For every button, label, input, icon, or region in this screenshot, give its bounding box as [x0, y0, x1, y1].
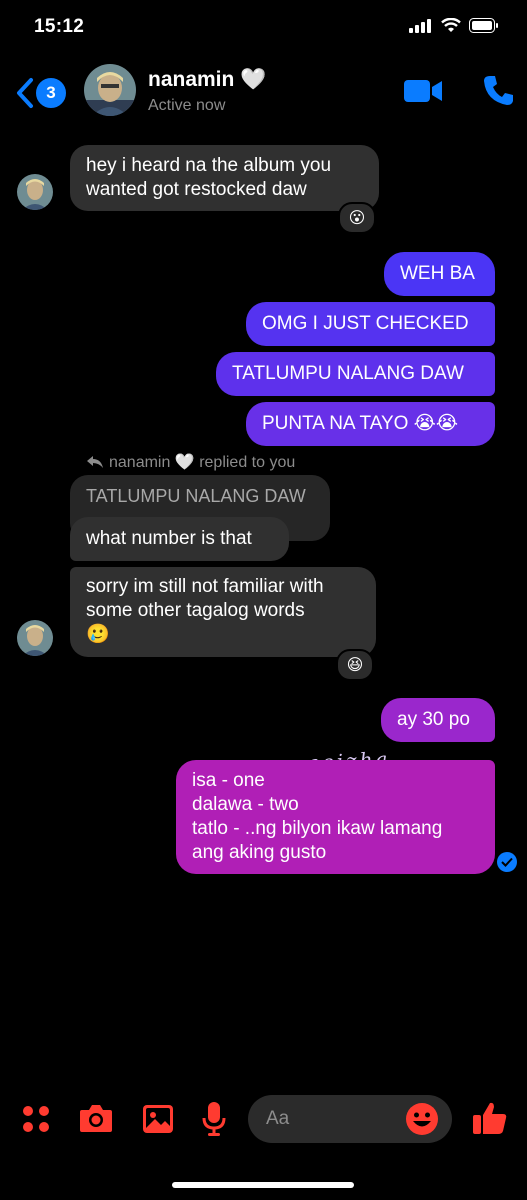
sender-avatar[interactable]	[17, 174, 53, 210]
message-bubble-incoming[interactable]: what number is that	[70, 517, 289, 561]
avatar[interactable]	[84, 64, 136, 116]
message-line: some other tagalog words	[86, 600, 305, 621]
back-chevron-icon	[17, 78, 33, 108]
reply-indicator: nanamin 🤍 replied to you	[86, 452, 295, 472]
reaction-badge[interactable]: 😆	[336, 649, 374, 681]
reply-indicator-text: nanamin 🤍 replied to you	[109, 454, 296, 471]
thumbs-up-button[interactable]	[472, 1100, 508, 1141]
apps-grid-icon	[23, 1106, 49, 1132]
sender-avatar[interactable]	[17, 620, 53, 656]
message-line: 🥲	[86, 624, 110, 645]
reaction-emoji: 😮	[348, 210, 366, 227]
home-indicator	[172, 1182, 354, 1188]
phone-call-button[interactable]	[483, 74, 515, 111]
signal-icon	[409, 18, 431, 33]
video-call-icon	[404, 80, 442, 102]
read-receipt	[497, 852, 517, 872]
message-bubble-outgoing[interactable]: PUNTA NA TAYO 😭😭	[246, 402, 495, 446]
status-icons	[409, 18, 499, 33]
thumbs-up-icon	[473, 1102, 507, 1134]
message-line: isa - one	[192, 770, 265, 791]
reaction-badge[interactable]: 😮	[338, 202, 376, 234]
emoji-icon	[406, 1103, 438, 1135]
video-call-button[interactable]	[404, 78, 442, 109]
emoji-button[interactable]	[405, 1102, 439, 1141]
status-time: 15:12	[34, 16, 85, 37]
camera-button[interactable]	[79, 1103, 113, 1138]
phone-icon	[484, 76, 513, 105]
message-input-placeholder: Aa	[266, 1108, 290, 1129]
gallery-button[interactable]	[142, 1104, 174, 1139]
voice-message-button[interactable]	[202, 1101, 226, 1142]
reply-arrow-icon	[87, 456, 103, 468]
camera-icon	[80, 1105, 112, 1132]
message-bubble-outgoing[interactable]: WEH BA	[384, 252, 495, 296]
message-line: hey i heard na the album you	[86, 155, 332, 176]
message-line: ang aking gusto	[192, 842, 327, 863]
active-status: Active now	[148, 97, 226, 114]
wifi-icon	[441, 18, 461, 32]
message-line: tatlo - ..ng bilyon ikaw lamang	[192, 818, 443, 839]
message-line: sorry im still not familiar with	[86, 576, 324, 597]
microphone-icon	[202, 1102, 226, 1136]
read-receipt-check-icon	[501, 857, 513, 867]
unread-count-badge: 3	[34, 76, 68, 110]
message-bubble-incoming[interactable]: sorry im still not familiar with some ot…	[70, 567, 376, 657]
apps-button[interactable]	[22, 1105, 50, 1138]
message-line: dalawa - two	[192, 794, 299, 815]
message-bubble-incoming[interactable]: hey i heard na the album you wanted got …	[70, 145, 379, 211]
message-bubble-outgoing[interactable]: isa - one dalawa - two tatlo - ..ng bily…	[176, 760, 495, 874]
back-button[interactable]: 3	[14, 76, 68, 110]
message-bubble-outgoing[interactable]: ay 30 po	[381, 698, 495, 742]
contact-name[interactable]: nanamin 🤍	[148, 68, 266, 92]
message-bubble-outgoing[interactable]: OMG I JUST CHECKED	[246, 302, 495, 346]
reaction-emoji: 😆	[346, 657, 364, 674]
image-icon	[143, 1105, 173, 1133]
message-bubble-outgoing[interactable]: TATLUMPU NALANG DAW	[216, 352, 495, 396]
battery-icon	[469, 18, 498, 33]
message-line: wanted got restocked daw	[86, 179, 307, 200]
